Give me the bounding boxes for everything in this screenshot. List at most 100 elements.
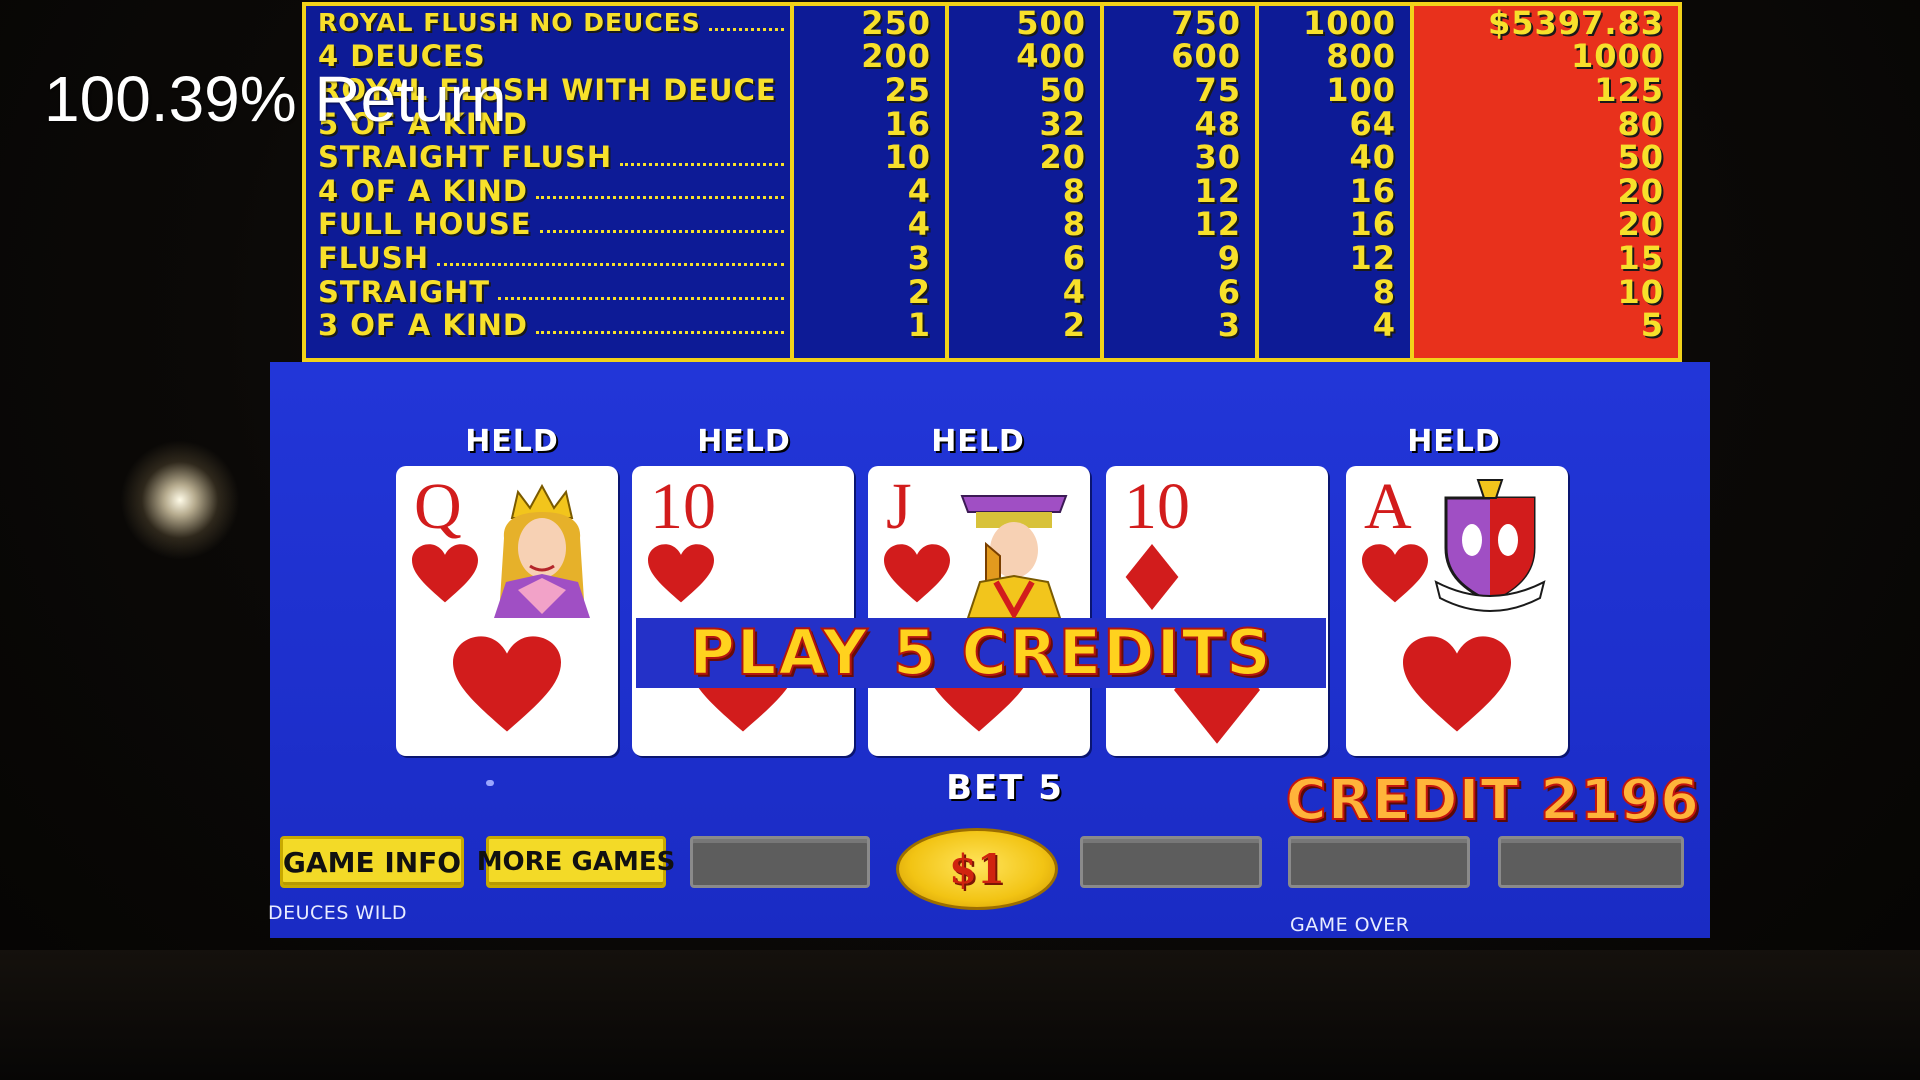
payout-column-2-coins: 500 400 50 32 20 8 8 6 4 2: [949, 6, 1104, 358]
payout-cell: 15: [1617, 241, 1664, 275]
payout-cell: 4: [1062, 274, 1086, 309]
payout-cell: 20: [1039, 140, 1086, 174]
machine-ledge: [0, 950, 1920, 1080]
payout-cell: 400: [1016, 39, 1086, 74]
payout-cell: 16: [884, 106, 931, 141]
card-1[interactable]: Q: [396, 466, 618, 756]
payout-cell: 10: [1617, 274, 1664, 309]
card-3[interactable]: J: [868, 466, 1090, 756]
payout-cell: 1000: [1570, 39, 1664, 74]
hand-row: 4 OF A KIND: [306, 174, 790, 208]
more-games-button[interactable]: MORE GAMES: [477, 836, 675, 888]
payout-cell: 600: [1171, 39, 1241, 74]
payout-cell: 48: [1194, 106, 1241, 141]
play-credits-banner: PLAY 5 CREDITS: [636, 617, 1326, 689]
leader-dots: [498, 297, 784, 301]
payout-cell: 8: [1062, 173, 1086, 208]
return-percentage-caption: 100.39% Return: [44, 63, 507, 135]
heart-icon: [648, 544, 714, 603]
blank-button[interactable]: [1498, 836, 1684, 888]
jack-face-icon: [960, 495, 1068, 618]
payout-cell: 50: [1617, 140, 1664, 174]
payout-cell: 25: [884, 73, 931, 107]
leader-dots: [436, 263, 784, 267]
payout-cell: 50: [1039, 73, 1086, 107]
denomination-button[interactable]: $1: [896, 828, 1058, 910]
payout-cell: 3: [907, 241, 931, 275]
leader-dots: [539, 229, 784, 233]
leader-dots: [620, 162, 784, 166]
hand-row: FULL HOUSE: [306, 207, 790, 242]
payout-cell: 12: [1194, 173, 1241, 208]
indicator-dot: [486, 780, 494, 786]
payout-cell: 500: [1016, 6, 1086, 40]
card-5[interactable]: A: [1346, 466, 1568, 756]
leader-dots: [708, 28, 784, 32]
held-label: HELD: [465, 424, 559, 459]
card-2[interactable]: 10: [632, 466, 854, 756]
payout-cell: 80: [1617, 106, 1664, 141]
payout-cell: 4: [1372, 308, 1396, 342]
bet-amount: BET 5: [946, 768, 1064, 808]
game-status-label: GAME OVER: [1290, 914, 1410, 936]
payout-cell: 16: [1349, 173, 1396, 208]
card-rank: Q: [414, 470, 462, 543]
payout-cell: 12: [1349, 241, 1396, 275]
hand-row: STRAIGHT FLUSH: [306, 140, 790, 174]
hand-names-column: ROYAL FLUSH NO DEUCES 4 DEUCES ROYAL FLU…: [306, 6, 794, 358]
progressive-jackpot-cell: $5397.83: [1487, 6, 1664, 40]
leader-dots: [535, 330, 784, 334]
payout-cell: 12: [1194, 207, 1241, 242]
payout-cell: 3: [1217, 308, 1241, 342]
payout-cell: 6: [1062, 241, 1086, 275]
payout-cell: 20: [1617, 173, 1664, 208]
payout-column-5-coins-highlighted: $5397.83 1000 125 80 50 20 20 15 10 5: [1414, 6, 1678, 358]
payout-cell: 4: [907, 173, 931, 208]
payout-cell: 32: [1039, 106, 1086, 141]
payout-cell: 75: [1194, 73, 1241, 107]
payout-cell: 4: [907, 207, 931, 242]
hand-row: 3 OF A KIND: [306, 308, 790, 342]
payout-column-4-coins: 1000 800 100 64 40 16 16 12 8 4: [1259, 6, 1414, 358]
payout-cell: 250: [861, 6, 931, 40]
payout-cell: 6: [1217, 274, 1241, 309]
game-name-label: DEUCES WILD: [268, 902, 408, 924]
leader-dots: [535, 196, 784, 200]
payout-cell: 1: [907, 308, 931, 342]
payout-cell: 30: [1194, 140, 1241, 174]
pay-table: ROYAL FLUSH NO DEUCES 4 DEUCES ROYAL FLU…: [302, 2, 1682, 362]
blank-button[interactable]: [1080, 836, 1262, 888]
payout-cell: 16: [1349, 207, 1396, 242]
hand-name: ROYAL FLUSH NO DEUCES: [318, 8, 701, 38]
payout-cell: 1000: [1302, 6, 1396, 40]
payout-column-3-coins: 750 600 75 48 30 12 12 9 6 3: [1104, 6, 1259, 358]
card-4[interactable]: 10: [1106, 466, 1328, 756]
diamond-icon: [1125, 544, 1179, 610]
hand-name: STRAIGHT FLUSH: [318, 140, 613, 174]
heart-icon: [1362, 544, 1428, 603]
game-info-button[interactable]: GAME INFO: [280, 836, 464, 888]
payout-cell: 125: [1594, 73, 1664, 107]
blank-button[interactable]: [690, 836, 870, 888]
credit-meter: CREDIT 2196: [1285, 767, 1700, 834]
hand-name: 3 OF A KIND: [318, 308, 528, 342]
held-label: HELD: [931, 424, 1025, 459]
card-rank: A: [1364, 470, 1412, 543]
light-glare: [120, 440, 240, 560]
payout-cell: 100: [1326, 73, 1396, 107]
blank-button[interactable]: [1288, 836, 1470, 888]
hand-name: 4 OF A KIND: [318, 173, 528, 208]
game-area: HELD HELD HELD HELD Q 10 J 10 A PLAY 5 C…: [268, 362, 1710, 938]
payout-cell: 10: [884, 140, 931, 174]
payout-cell: 750: [1171, 6, 1241, 40]
payout-cell: 20: [1617, 207, 1664, 242]
card-rank: J: [886, 470, 912, 543]
payout-cell: 200: [861, 39, 931, 74]
shield-crest-icon: [1434, 479, 1546, 612]
hand-row: ROYAL FLUSH NO DEUCES: [306, 6, 790, 40]
payout-cell: 8: [1372, 274, 1396, 309]
queen-face-icon: [494, 483, 590, 618]
hand-name: FLUSH: [318, 241, 429, 275]
held-label: HELD: [1407, 424, 1501, 459]
hand-name: FULL HOUSE: [318, 207, 532, 242]
